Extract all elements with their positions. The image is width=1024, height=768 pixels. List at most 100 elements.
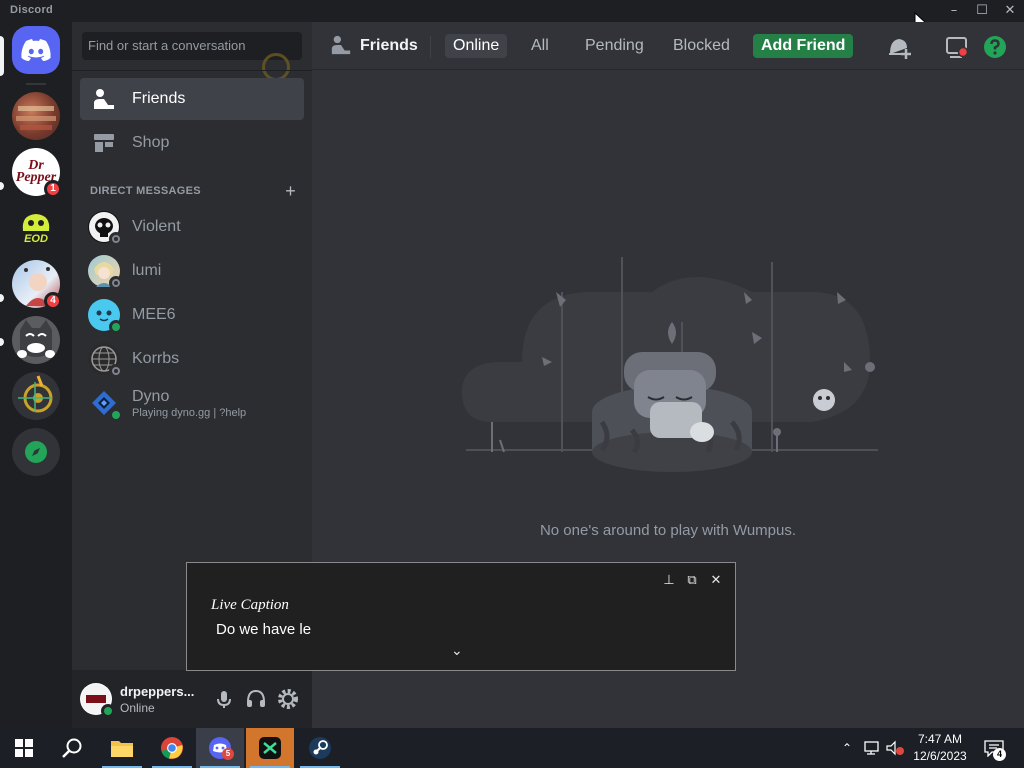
avatar bbox=[88, 343, 123, 378]
explore-servers-button[interactable] bbox=[12, 428, 60, 476]
speaker-muted-icon bbox=[886, 740, 904, 756]
pin-icon[interactable]: ⊥ bbox=[661, 573, 677, 589]
tab-online[interactable]: Online bbox=[445, 34, 508, 58]
username: drpeppers... bbox=[120, 684, 195, 699]
selected-indicator bbox=[0, 36, 4, 76]
windows-logo-icon bbox=[15, 739, 33, 757]
status-indicator-online bbox=[109, 320, 123, 334]
tab-pending[interactable]: Pending bbox=[577, 34, 652, 58]
dm-item-violent[interactable]: Violent bbox=[80, 206, 304, 248]
headphones-icon[interactable] bbox=[245, 688, 267, 710]
close-window-button[interactable]: ✕ bbox=[996, 0, 1024, 22]
notification-center-button[interactable]: 4 bbox=[980, 728, 1008, 768]
dm-header-label: DIRECT MESSAGES bbox=[90, 185, 201, 197]
tab-blocked[interactable]: Blocked bbox=[665, 34, 738, 58]
taskbar-discord[interactable]: 5 bbox=[196, 728, 244, 768]
status-indicator-offline bbox=[109, 232, 123, 246]
new-group-dm-icon[interactable] bbox=[886, 34, 912, 60]
clock-date: 12/6/2023 bbox=[913, 749, 967, 763]
start-button[interactable] bbox=[0, 728, 48, 768]
server-anime[interactable]: 4 bbox=[12, 260, 62, 310]
taskbar-chrome[interactable] bbox=[148, 728, 196, 768]
direct-messages-header: DIRECT MESSAGES + bbox=[90, 181, 296, 201]
network-icon[interactable] bbox=[860, 728, 882, 768]
inbox-icon[interactable] bbox=[944, 34, 970, 60]
header-divider bbox=[430, 36, 431, 58]
dm-name: Korrbs bbox=[132, 350, 180, 367]
creature-icon bbox=[22, 214, 50, 231]
sidebar-item-friends[interactable]: Friends bbox=[80, 78, 304, 120]
settings-icon[interactable] bbox=[277, 688, 299, 710]
status-indicator-offline bbox=[109, 276, 123, 290]
friends-icon bbox=[331, 35, 351, 55]
avatar bbox=[88, 299, 123, 334]
notification-badge: 4 bbox=[44, 292, 62, 310]
steam-icon bbox=[309, 737, 331, 759]
unread-indicator bbox=[0, 338, 4, 346]
taskbar-steam[interactable] bbox=[296, 728, 344, 768]
status-indicator-online bbox=[101, 704, 115, 718]
discord-logo-icon bbox=[21, 39, 51, 61]
dm-item-dyno[interactable]: Dyno Playing dyno.gg | ?help bbox=[80, 382, 304, 424]
server-rail: Dr Pepper 1 EOD 4 bbox=[0, 22, 72, 728]
live-caption-text: Do we have le bbox=[216, 621, 312, 638]
sidebar-item-shop[interactable]: Shop bbox=[80, 122, 304, 164]
taskbar-search-button[interactable] bbox=[48, 728, 96, 768]
volume-icon[interactable] bbox=[884, 728, 906, 768]
mic-icon[interactable] bbox=[213, 688, 235, 710]
compass-icon bbox=[25, 441, 47, 463]
dm-item-korrbs[interactable]: Korrbs bbox=[80, 338, 304, 380]
avatar bbox=[88, 211, 123, 246]
taskbar-file-explorer[interactable] bbox=[98, 728, 146, 768]
page-title: Friends bbox=[360, 37, 418, 54]
home-button[interactable] bbox=[12, 26, 60, 74]
user-status: Online bbox=[120, 701, 155, 715]
windows-taskbar: 5 ⌃ 7:47 AM 12/6/2023 4 bbox=[0, 728, 1024, 768]
friends-header: Friends Online All Pending Blocked Add F… bbox=[312, 22, 1024, 70]
tab-all[interactable]: All bbox=[523, 34, 557, 58]
chevron-up-icon[interactable]: ⌃ bbox=[838, 728, 856, 768]
user-avatar[interactable] bbox=[80, 683, 115, 718]
sidebar-item-label: Shop bbox=[132, 134, 170, 151]
unread-indicator bbox=[0, 182, 4, 190]
wumpus-illustration bbox=[462, 257, 878, 472]
server-targets[interactable] bbox=[12, 372, 60, 420]
resize-icon[interactable]: ⧉ bbox=[684, 573, 700, 589]
dm-item-mee6[interactable]: MEE6 bbox=[80, 294, 304, 336]
cat-avatar-icon bbox=[17, 320, 55, 358]
live-caption-title: Live Caption bbox=[211, 597, 289, 613]
eod-logo: EOD bbox=[24, 233, 48, 245]
help-icon[interactable] bbox=[982, 34, 1008, 60]
server-dr-pepper[interactable]: Dr Pepper 1 bbox=[12, 148, 62, 198]
avatar bbox=[88, 387, 123, 422]
dm-name: Dyno bbox=[132, 387, 170, 405]
minimize-button[interactable]: – bbox=[940, 0, 968, 22]
server-cat[interactable] bbox=[12, 316, 60, 364]
friends-icon bbox=[94, 89, 114, 109]
empty-state-message: No one's around to play with Wumpus. bbox=[539, 522, 797, 539]
close-icon[interactable]: ✕ bbox=[708, 573, 724, 589]
dm-name: MEE6 bbox=[132, 306, 176, 323]
dm-item-lumi[interactable]: lumi bbox=[80, 250, 304, 292]
server-eod[interactable]: EOD bbox=[12, 204, 60, 252]
status-indicator-offline bbox=[109, 364, 123, 378]
file-explorer-icon bbox=[111, 741, 133, 757]
create-dm-button[interactable]: + bbox=[285, 181, 296, 202]
sidebar-divider bbox=[72, 70, 312, 71]
taskbar-badge: 5 bbox=[222, 748, 234, 760]
maximize-button[interactable]: ☐ bbox=[968, 0, 996, 22]
notification-count-badge: 4 bbox=[993, 748, 1006, 761]
clock-time: 7:47 AM bbox=[917, 732, 963, 746]
capcut-icon bbox=[259, 737, 281, 759]
unread-indicator bbox=[0, 294, 4, 302]
add-friend-button[interactable]: Add Friend bbox=[753, 34, 854, 58]
search-icon bbox=[62, 738, 82, 758]
dm-name: Violent bbox=[132, 218, 181, 235]
taskbar-capcut[interactable] bbox=[246, 728, 294, 768]
target-icon bbox=[18, 375, 53, 413]
chevron-down-icon[interactable]: ⌄ bbox=[451, 643, 463, 659]
notification-badge: 1 bbox=[44, 180, 62, 198]
dm-activity: Playing dyno.gg | ?help bbox=[132, 406, 247, 419]
server-food[interactable] bbox=[12, 92, 60, 140]
system-clock[interactable]: 7:47 AM 12/6/2023 bbox=[908, 731, 972, 765]
